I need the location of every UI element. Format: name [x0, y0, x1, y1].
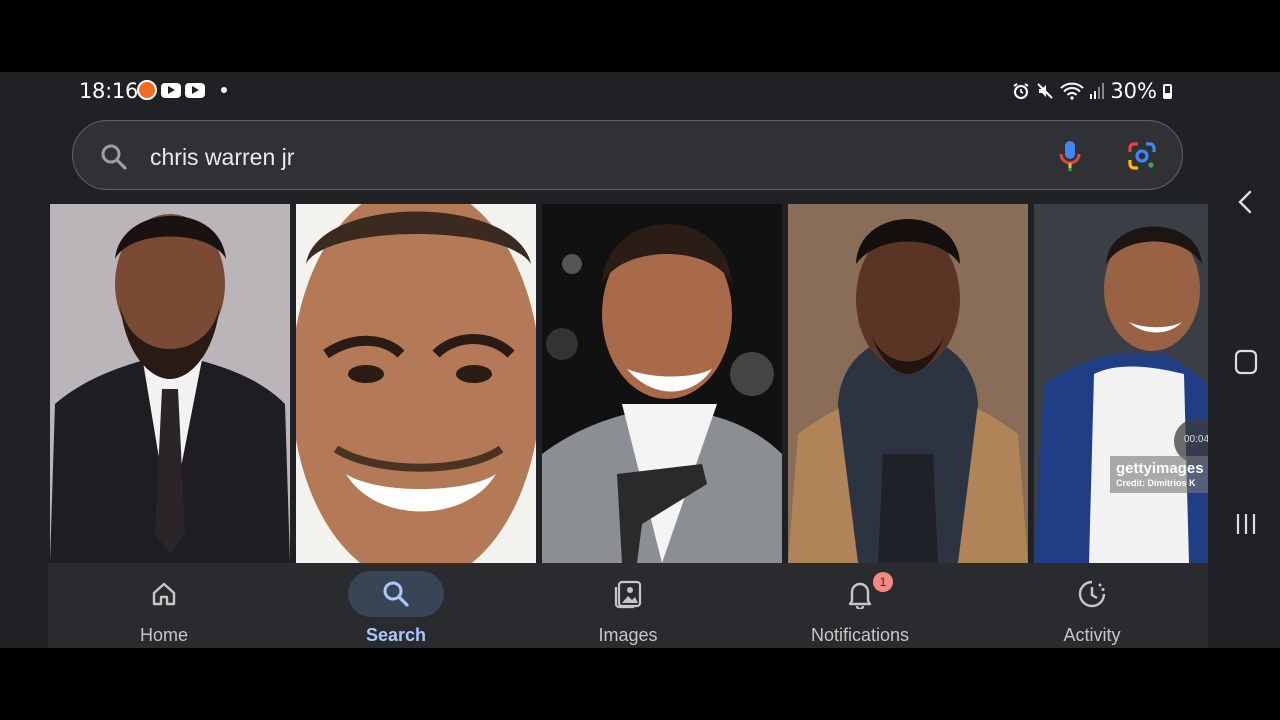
home-icon — [152, 582, 176, 606]
back-icon[interactable] — [1228, 188, 1264, 216]
activity-icon — [1078, 580, 1106, 608]
wifi-icon — [1060, 82, 1084, 100]
image-results: 00:04 gettyimages Credit: Dimitrios K — [50, 204, 1208, 563]
image-result-2[interactable] — [296, 204, 536, 563]
home-button-icon[interactable] — [1228, 348, 1264, 376]
search-icon[interactable] — [100, 143, 128, 171]
mute-icon — [1037, 83, 1054, 99]
battery-icon — [1163, 83, 1172, 99]
more-notifications-icon — [221, 87, 227, 93]
microphone-icon[interactable] — [1058, 139, 1082, 173]
nav-activity[interactable]: Activity — [976, 563, 1208, 648]
getty-watermark: gettyimages Credit: Dimitrios K — [1110, 456, 1208, 493]
google-lens-icon[interactable] — [1127, 141, 1157, 171]
nav-search-label: Search — [365, 625, 427, 645]
nav-home[interactable]: Home — [48, 563, 280, 648]
nav-notifications[interactable]: 1 Notifications — [744, 563, 976, 648]
search-input[interactable]: chris warren jr — [150, 144, 294, 171]
youtube-icon — [185, 82, 205, 98]
image-result-5[interactable]: 00:04 gettyimages Credit: Dimitrios K — [1034, 204, 1208, 563]
image-result-3[interactable] — [542, 204, 782, 563]
nav-images-label: Images — [598, 625, 658, 645]
signal-icon — [1090, 83, 1105, 99]
nav-activity-label: Activity — [1063, 625, 1121, 645]
status-bar: 18:16 30% — [0, 72, 1280, 108]
status-time: 18:16 — [79, 79, 139, 103]
notification-icons — [137, 80, 227, 100]
image-result-4[interactable] — [788, 204, 1028, 563]
search-bar[interactable]: chris warren jr — [72, 120, 1183, 190]
bell-icon — [848, 582, 872, 609]
phone-screen: 18:16 30% chris warren jr 00:04 gettyima… — [0, 72, 1280, 648]
youtube-icon — [161, 82, 181, 98]
images-icon — [614, 580, 642, 609]
nav-images[interactable]: Images — [512, 563, 744, 648]
image-result-1[interactable] — [50, 204, 290, 563]
app-notification-icon — [137, 80, 157, 100]
status-indicators: 30% — [1012, 79, 1172, 103]
alarm-icon — [1013, 83, 1029, 99]
recents-icon[interactable] — [1228, 510, 1264, 538]
battery-percent: 30% — [1110, 79, 1157, 103]
nav-search[interactable]: Search — [280, 563, 512, 648]
nav-notifications-label: Notifications — [810, 625, 910, 645]
bottom-navigation: Home Search Images 1 Notifications Activ… — [48, 563, 1208, 648]
search-icon — [383, 581, 409, 607]
notification-badge: 1 — [873, 572, 893, 592]
nav-home-label: Home — [139, 625, 188, 645]
